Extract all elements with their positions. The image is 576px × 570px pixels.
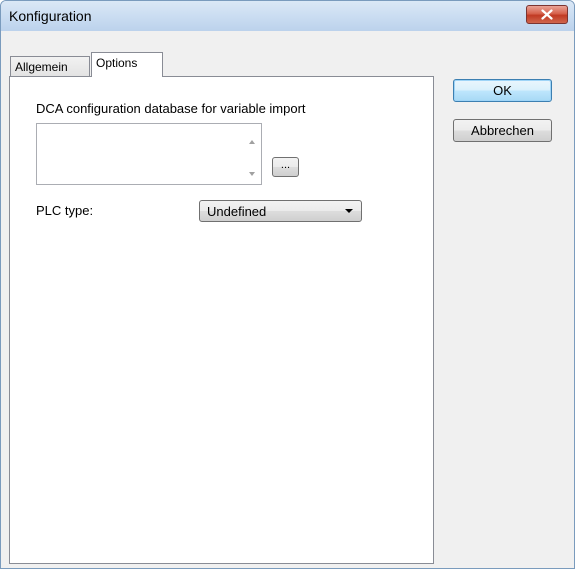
options-tab-panel: DCA configuration database for variable … — [9, 76, 434, 564]
browse-button[interactable]: ... — [272, 157, 299, 177]
tab-options[interactable]: Options — [91, 52, 163, 77]
cancel-button[interactable]: Abbrechen — [453, 119, 552, 142]
ok-button[interactable]: OK — [453, 79, 552, 102]
window-title: Konfiguration — [9, 8, 92, 24]
scroll-down-arrow-icon[interactable] — [249, 172, 255, 176]
dialog-window: Konfiguration Allgemein Options DCA conf… — [0, 0, 575, 569]
dca-database-label: DCA configuration database for variable … — [36, 101, 306, 116]
scroll-up-arrow-icon[interactable] — [249, 140, 255, 144]
close-icon — [541, 9, 553, 20]
chevron-down-icon — [345, 209, 353, 213]
dialog-client: Allgemein Options DCA configuration data… — [8, 32, 567, 564]
tab-allgemein[interactable]: Allgemein — [10, 56, 90, 76]
plc-type-dropdown[interactable]: Undefined — [199, 200, 362, 222]
plc-type-value: Undefined — [207, 204, 267, 219]
title-bar[interactable]: Konfiguration — [1, 1, 574, 31]
dca-database-listbox[interactable] — [36, 123, 262, 185]
plc-type-label: PLC type: — [36, 203, 94, 218]
close-button[interactable] — [526, 5, 568, 24]
